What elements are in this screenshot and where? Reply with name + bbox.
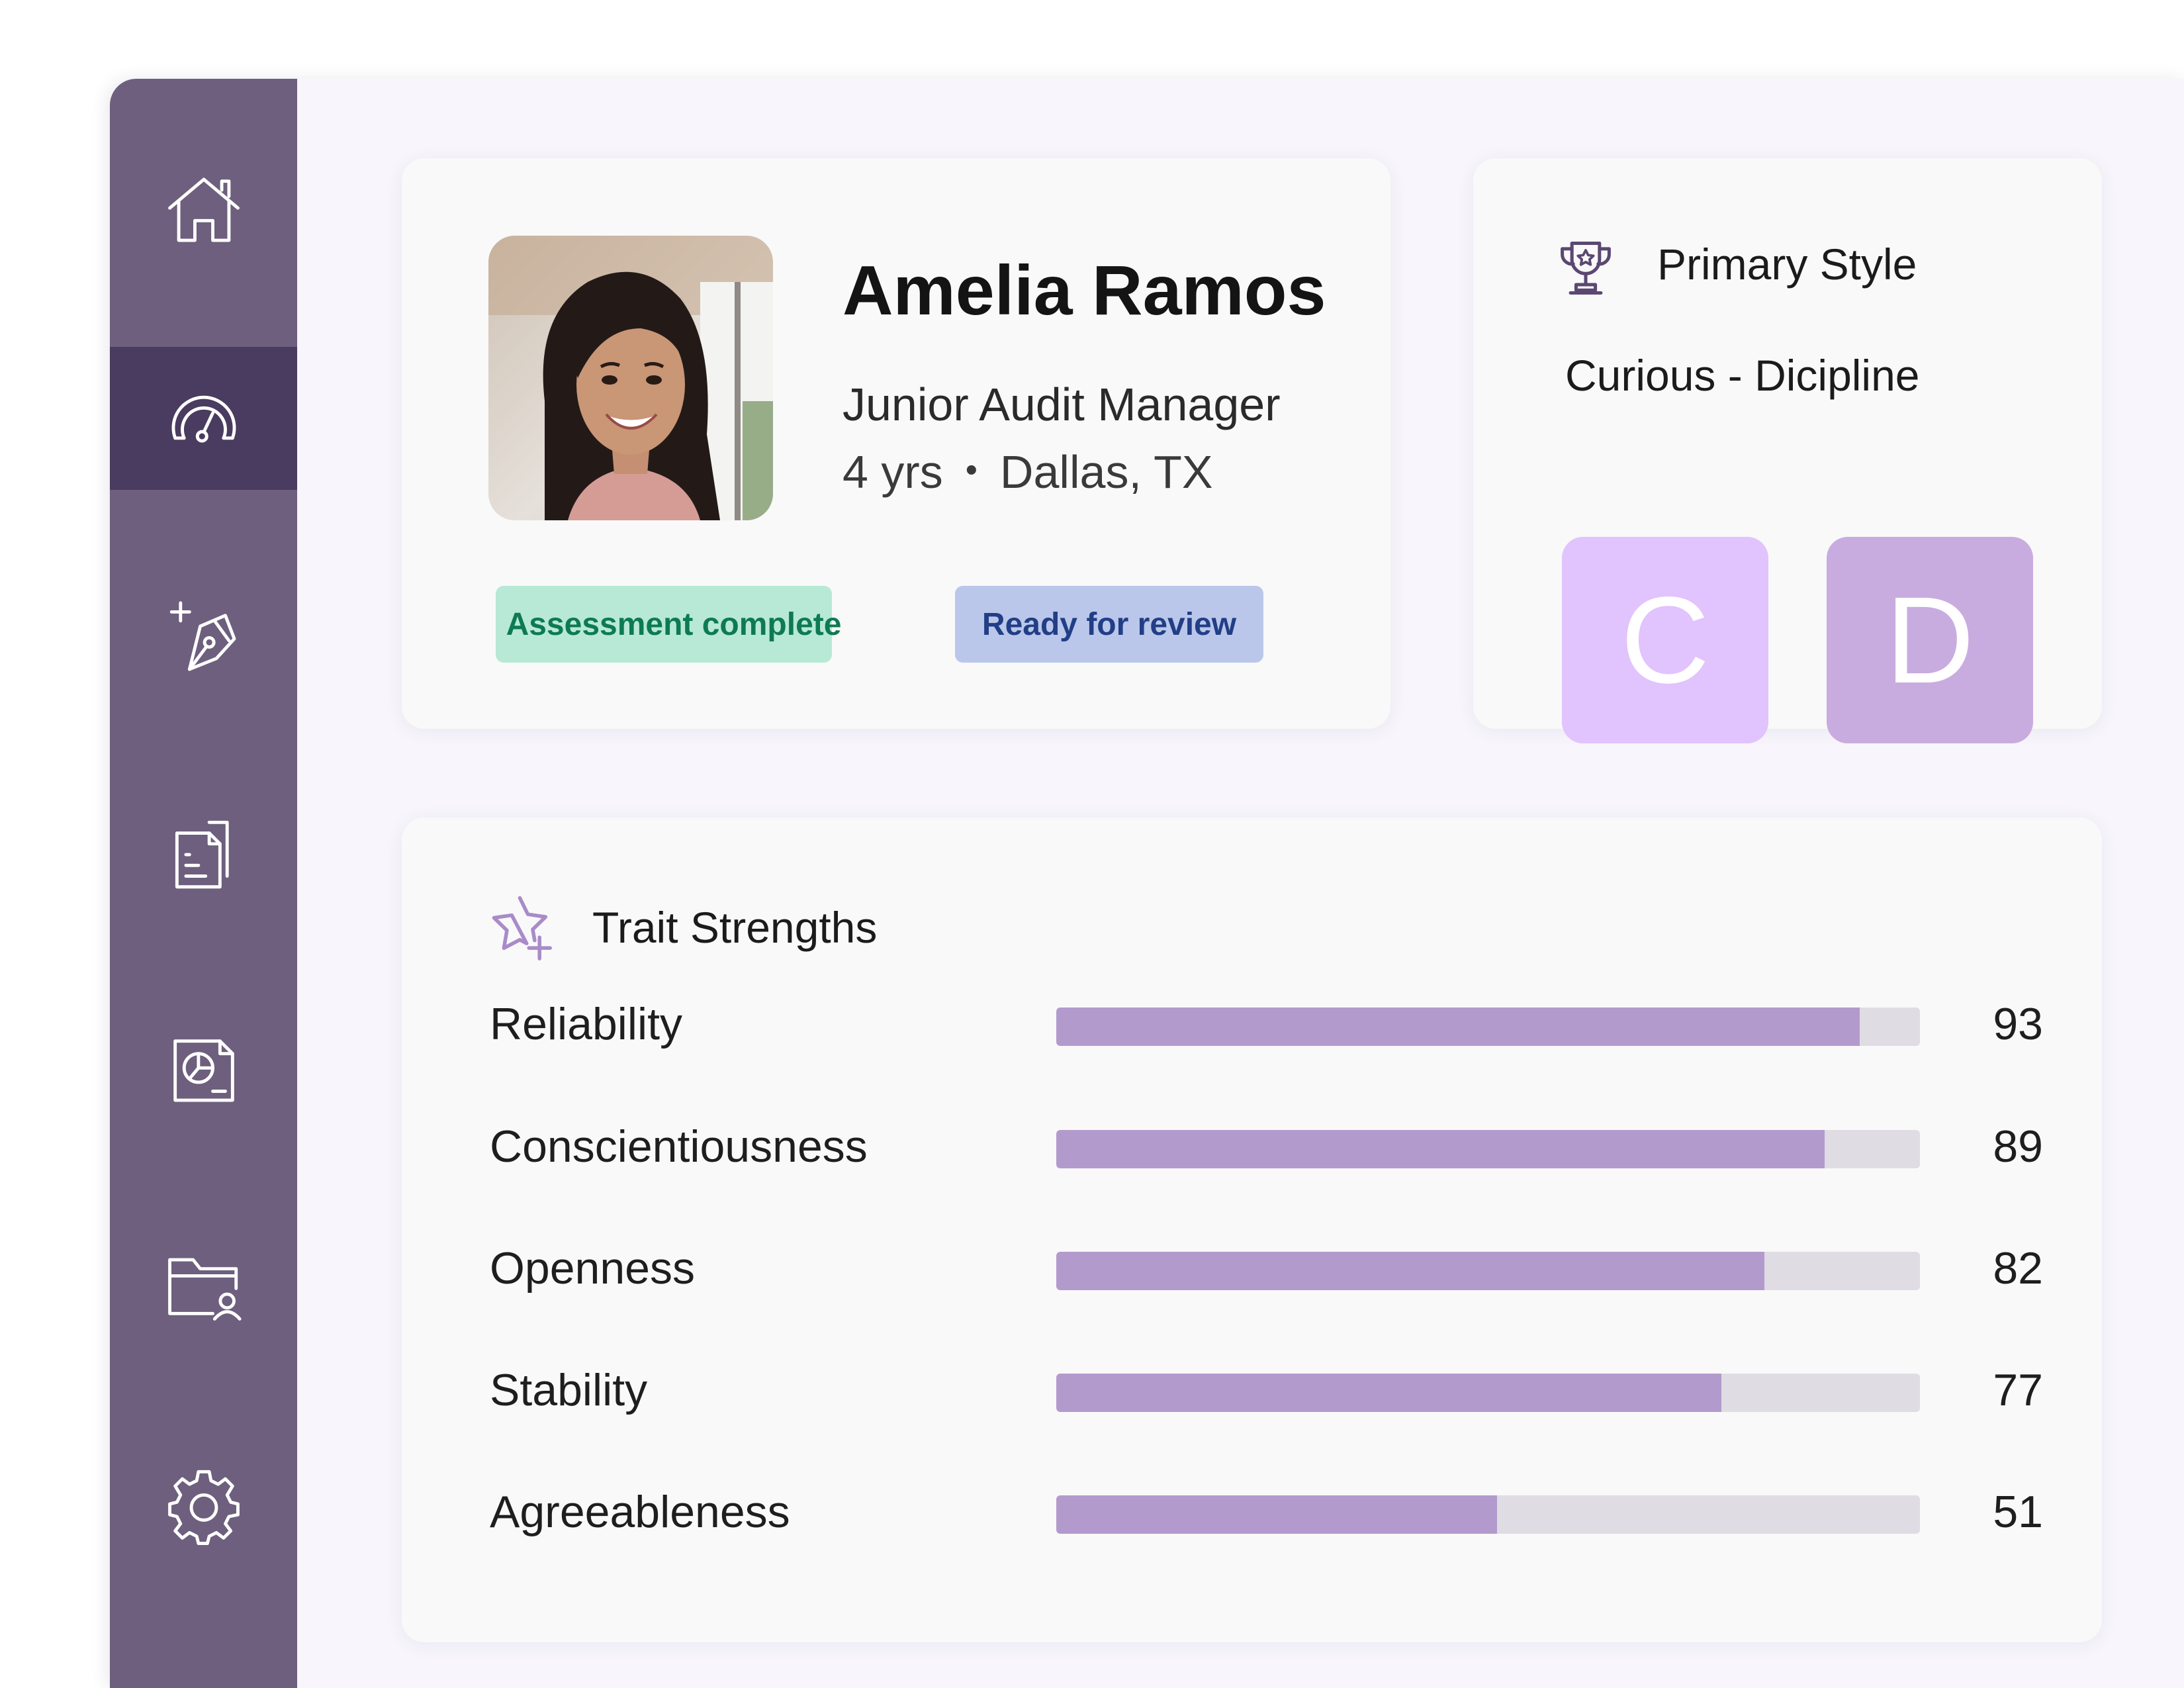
assessment-complete-badge: Assessment complete xyxy=(496,586,841,663)
sidebar xyxy=(110,79,297,1688)
nav-create[interactable] xyxy=(110,567,297,710)
separator-dot: • xyxy=(965,451,978,489)
trait-bar-fill xyxy=(1056,1495,1497,1534)
trait-row: Openness 82 xyxy=(402,1235,2102,1301)
primary-style-title: Primary Style xyxy=(1657,240,1917,289)
trait-row: Conscientiousness 89 xyxy=(402,1113,2102,1180)
trait-row: Reliability 93 xyxy=(402,991,2102,1057)
trait-row: Stability 77 xyxy=(402,1357,2102,1423)
primary-style-card: Primary Style Curious - Dicipline C D xyxy=(1473,158,2102,743)
ready-for-review-badge: Ready for review xyxy=(955,586,1263,663)
trait-bar-track xyxy=(1056,1252,1920,1290)
trait-score: 77 xyxy=(1993,1365,2043,1415)
trait-label: Stability xyxy=(490,1365,648,1415)
trophy-icon xyxy=(1561,242,1611,295)
trait-score: 82 xyxy=(1993,1243,2043,1293)
home-icon xyxy=(167,177,240,242)
nav-documents[interactable] xyxy=(110,783,297,926)
profile-photo xyxy=(488,236,773,520)
trait-bar-fill xyxy=(1056,1374,1721,1412)
trait-bar-track xyxy=(1056,1374,1920,1412)
ready-for-review-label: Ready for review xyxy=(981,606,1237,642)
trait-bar-fill xyxy=(1056,1130,1825,1168)
candidate-meta: 4 yrs • Dallas, TX xyxy=(842,445,1213,498)
documents-icon xyxy=(175,820,229,889)
nav-settings[interactable] xyxy=(110,1432,297,1575)
trait-row: Agreeableness 51 xyxy=(402,1479,2102,1545)
main-content: Amelia Ramos Junior Audit Manager 4 yrs •… xyxy=(297,79,2184,1688)
nav-dashboard[interactable] xyxy=(110,347,297,490)
trait-label: Openness xyxy=(490,1243,695,1293)
trait-bar-fill xyxy=(1056,1008,1860,1046)
trait-bar-track xyxy=(1056,1495,1920,1534)
trait-bar-track xyxy=(1056,1008,1920,1046)
profile-card: Amelia Ramos Junior Audit Manager 4 yrs •… xyxy=(402,158,1390,729)
trait-bar-fill xyxy=(1056,1252,1765,1290)
star-add-icon xyxy=(492,896,552,961)
trait-score: 51 xyxy=(1993,1487,2043,1537)
app-window: Amelia Ramos Junior Audit Manager 4 yrs •… xyxy=(110,79,2184,1688)
dashboard-gauge-icon xyxy=(171,395,236,443)
trait-label: Reliability xyxy=(490,999,682,1049)
nav-people-folder[interactable] xyxy=(110,1213,297,1356)
primary-style-value: Curious - Dicipline xyxy=(1565,351,1920,400)
trait-score: 89 xyxy=(1993,1121,2043,1172)
pen-add-icon xyxy=(169,601,236,671)
nav-reports[interactable] xyxy=(110,998,297,1141)
trait-score: 93 xyxy=(1993,999,2043,1049)
trait-label: Agreeableness xyxy=(490,1487,790,1537)
candidate-name: Amelia Ramos xyxy=(842,252,1326,330)
folder-user-icon xyxy=(167,1258,242,1321)
report-chart-icon xyxy=(173,1039,234,1102)
candidate-location: Dallas, TX xyxy=(999,446,1213,498)
settings-gear-icon xyxy=(167,1470,240,1546)
trait-strengths-card: Trait Strengths Reliability 93 Conscient… xyxy=(402,818,2102,1642)
nav-home[interactable] xyxy=(110,138,297,281)
trait-label: Conscientiousness xyxy=(490,1121,868,1172)
trait-strengths-title: Trait Strengths xyxy=(592,903,878,952)
avatar xyxy=(488,236,773,520)
assessment-complete-label: Assessment complete xyxy=(506,606,842,642)
candidate-tenure: 4 yrs xyxy=(842,446,943,498)
candidate-role: Junior Audit Manager xyxy=(842,379,1281,430)
style-letter-tile: C xyxy=(1562,537,1768,743)
style-letter-tile: D xyxy=(1827,537,2033,743)
trait-bar-track xyxy=(1056,1130,1920,1168)
